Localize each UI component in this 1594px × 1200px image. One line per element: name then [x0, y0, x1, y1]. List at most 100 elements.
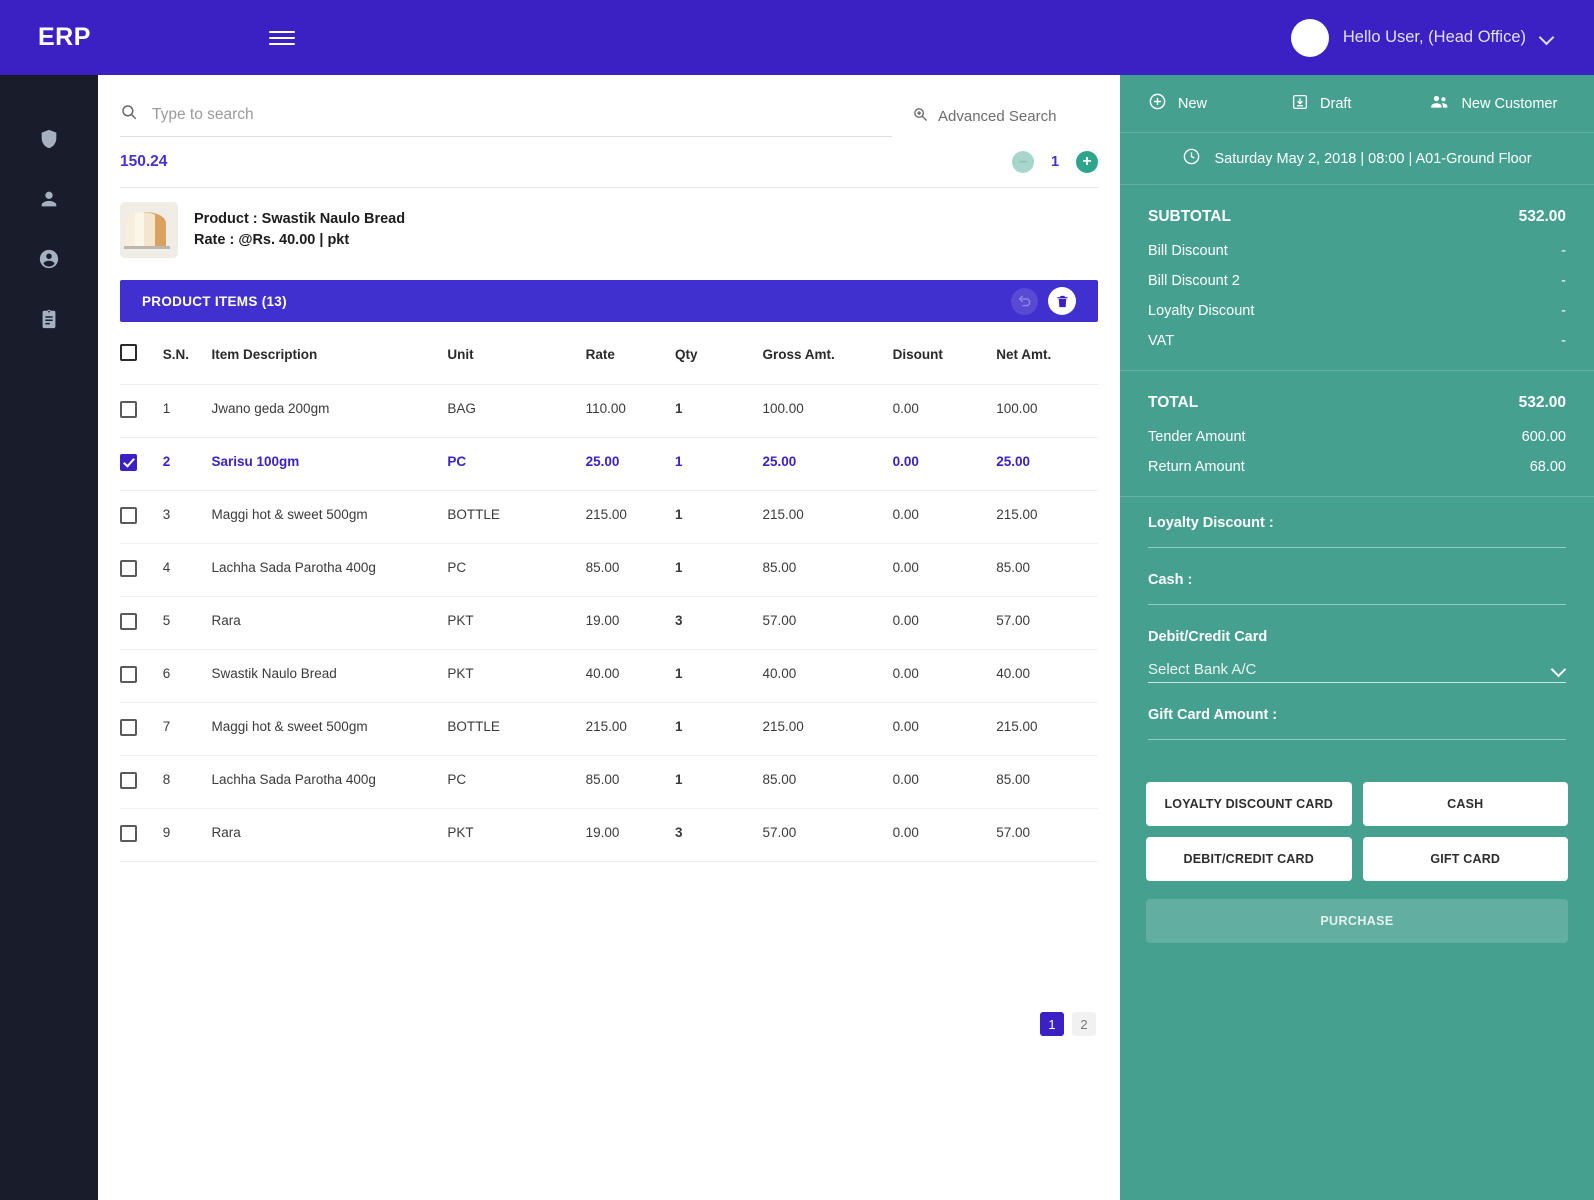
- chevron-down-icon[interactable]: [1540, 31, 1554, 45]
- row-checkbox[interactable]: [120, 613, 137, 630]
- row-desc: Lachha Sada Parotha 400g: [211, 543, 448, 597]
- table-row[interactable]: 2 Sarisu 100gm PC 25.00 1 25.00 0.00 25.00: [120, 437, 1098, 491]
- row-qty[interactable]: 1: [675, 543, 763, 597]
- row-gross: 215.00: [762, 490, 893, 544]
- col-gross: Gross Amt.: [762, 322, 893, 385]
- hamburger-menu-icon[interactable]: [268, 28, 295, 48]
- row-gross: 57.00: [762, 596, 893, 650]
- row-unit: PKT: [447, 808, 586, 862]
- field-input[interactable]: [1148, 739, 1566, 740]
- app-logo[interactable]: ERP: [38, 23, 91, 52]
- row-checkbox[interactable]: [120, 772, 137, 789]
- row-rate: 85.00: [585, 755, 676, 809]
- table-row[interactable]: 6 Swastik Naulo Bread PKT 40.00 1 40.00 0.00 40…: [120, 649, 1098, 703]
- row-checkbox[interactable]: [120, 825, 137, 842]
- sidebar-item-reports[interactable]: [0, 291, 98, 351]
- summary-label: Bill Discount: [1148, 243, 1228, 259]
- payment-method-button[interactable]: CASH: [1362, 782, 1568, 826]
- payment-method-button[interactable]: LOYALTY DISCOUNT CARD: [1146, 782, 1352, 826]
- new-customer-label: New Customer: [1461, 95, 1558, 112]
- row-gross: 100.00: [762, 384, 893, 438]
- sidebar-item-security[interactable]: [0, 111, 98, 171]
- table-row[interactable]: 4 Lachha Sada Parotha 400g PC 85.00 1 85.00 0.…: [120, 543, 1098, 597]
- summary-value: 532.00: [1518, 208, 1566, 225]
- purchase-button[interactable]: PURCHASE: [1146, 899, 1568, 943]
- product-name-line: Product : Swastik Naulo Bread: [194, 210, 406, 227]
- new-button[interactable]: New: [1148, 92, 1207, 115]
- row-net: 25.00: [996, 437, 1098, 491]
- people-icon: [1429, 91, 1450, 116]
- row-desc: Maggi hot & sweet 500gm: [211, 702, 448, 756]
- payment-method-button[interactable]: GIFT CARD: [1362, 837, 1568, 881]
- row-qty[interactable]: 3: [675, 596, 763, 650]
- table-row[interactable]: 3 Maggi hot & sweet 500gm BOTTLE 215.00 1 215…: [120, 490, 1098, 544]
- table-row[interactable]: 7 Maggi hot & sweet 500gm BOTTLE 215.00 1 215…: [120, 702, 1098, 756]
- row-checkbox[interactable]: [120, 454, 137, 471]
- row-checkbox[interactable]: [120, 401, 137, 418]
- table-row[interactable]: 5 Rara PKT 19.00 3 57.00 0.00 57.00: [120, 596, 1098, 650]
- draft-button[interactable]: Draft: [1291, 93, 1351, 115]
- row-unit: BOTTLE: [447, 702, 586, 756]
- pagination-page[interactable]: 1: [1040, 1012, 1064, 1036]
- row-gross: 85.00: [762, 755, 893, 809]
- field-input[interactable]: [1148, 604, 1566, 605]
- product-items-body: 1 Jwano geda 200gm BAG 110.00 1 100.00 0.00 100…: [120, 384, 1098, 862]
- sidebar-item-account[interactable]: [0, 231, 98, 291]
- field-input[interactable]: [1148, 547, 1566, 548]
- row-discount: 0.00: [892, 384, 997, 438]
- row-checkbox[interactable]: [120, 719, 137, 736]
- sidebar-item-person[interactable]: [0, 171, 98, 231]
- payment-field: Loyalty Discount :: [1148, 515, 1566, 548]
- payment-method-button[interactable]: DEBIT/CREDIT CARD: [1146, 837, 1352, 881]
- row-checkbox-cell: [120, 808, 163, 862]
- summary-value: 600.00: [1521, 429, 1566, 445]
- bank-account-value: Select Bank A/C: [1148, 661, 1257, 678]
- row-unit: BOTTLE: [447, 490, 586, 544]
- undo-icon[interactable]: [1011, 287, 1038, 315]
- summary-row: Loyalty Discount -: [1148, 296, 1566, 326]
- advanced-search-button[interactable]: Advanced Search: [912, 106, 1056, 137]
- row-qty[interactable]: 1: [675, 437, 763, 491]
- row-checkbox-cell: [120, 649, 163, 703]
- row-qty[interactable]: 1: [675, 490, 763, 544]
- row-rate: 19.00: [585, 596, 676, 650]
- row-sn: 2: [162, 437, 212, 491]
- row-qty[interactable]: 1: [675, 755, 763, 809]
- row-checkbox-cell: [120, 437, 163, 491]
- decrease-quantity-button[interactable]: –: [1012, 151, 1034, 173]
- search-input[interactable]: [152, 105, 892, 124]
- pagination-page[interactable]: 2: [1072, 1012, 1096, 1036]
- table-row[interactable]: 1 Jwano geda 200gm BAG 110.00 1 100.00 0.00 100…: [120, 384, 1098, 438]
- row-sn: 8: [162, 755, 212, 809]
- row-unit: PC: [447, 437, 586, 491]
- row-checkbox[interactable]: [120, 666, 137, 683]
- row-rate: 19.00: [585, 808, 676, 862]
- row-qty[interactable]: 1: [675, 702, 763, 756]
- row-gross: 57.00: [762, 808, 893, 862]
- row-qty[interactable]: 3: [675, 808, 763, 862]
- table-row[interactable]: 8 Lachha Sada Parotha 400g PC 85.00 1 85.00 0.…: [120, 755, 1098, 809]
- row-qty[interactable]: 1: [675, 649, 763, 703]
- row-rate: 215.00: [585, 490, 676, 544]
- row-checkbox[interactable]: [120, 507, 137, 524]
- increase-quantity-button[interactable]: +: [1076, 151, 1098, 173]
- row-qty[interactable]: 1: [675, 384, 763, 438]
- top-header-bar: ERP Hello User, (Head Office): [0, 0, 1594, 75]
- row-checkbox[interactable]: [120, 560, 137, 577]
- user-menu[interactable]: Hello User, (Head Office): [1290, 18, 1554, 57]
- left-sidebar: [0, 75, 98, 1200]
- row-net: 215.00: [996, 490, 1098, 544]
- totals-section: TOTAL 532.00 Tender Amount 600.00 Return Amo…: [1120, 371, 1594, 496]
- select-all-checkbox[interactable]: [120, 344, 137, 361]
- bank-account-select[interactable]: Select Bank A/C: [1148, 661, 1566, 683]
- product-items-header-bar: PRODUCT ITEMS (13): [120, 280, 1098, 322]
- payment-field: Cash :: [1148, 572, 1566, 605]
- new-customer-button[interactable]: New Customer: [1429, 91, 1557, 116]
- trash-icon[interactable]: [1048, 287, 1076, 315]
- search-box[interactable]: [120, 103, 892, 137]
- main-content: Advanced Search 150.24 – 1 + Product : S…: [98, 75, 1120, 1200]
- table-row[interactable]: 9 Rara PKT 19.00 3 57.00 0.00 57.00: [120, 808, 1098, 862]
- row-desc: Rara: [211, 808, 448, 862]
- session-date-bar: Saturday May 2, 2018 | 08:00 | A01-Groun…: [1120, 133, 1594, 185]
- plus-circle-icon: [1148, 92, 1167, 115]
